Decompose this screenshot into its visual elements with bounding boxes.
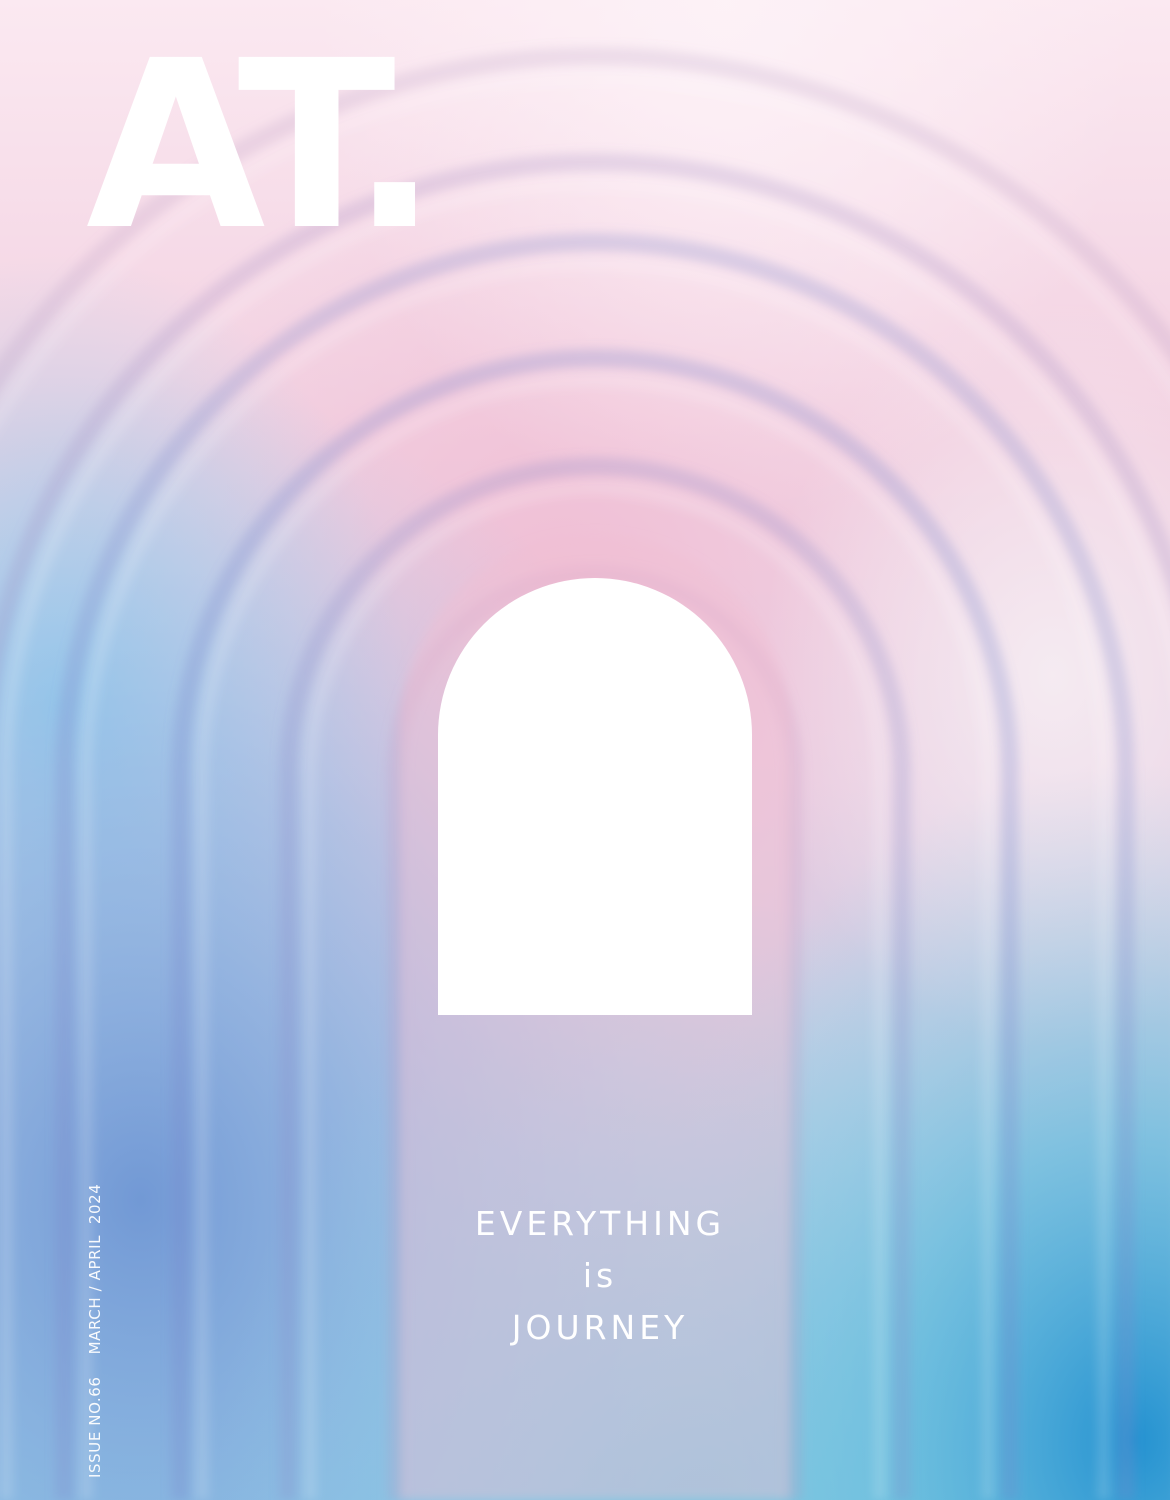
- headline-line-3: JOURNEY: [511, 1308, 689, 1347]
- cover-headline: EVERYTHING is JOURNEY: [440, 1198, 760, 1354]
- arched-window: [438, 578, 752, 1015]
- headline-line-1: EVERYTHING: [474, 1204, 726, 1243]
- masthead-logo: AT.: [86, 11, 439, 281]
- headline-line-2: is: [582, 1256, 618, 1295]
- issue-number: ISSUE NO.66: [86, 1376, 104, 1478]
- issue-info: ISSUE NO.66 MARCH / APRIL 2024: [80, 1184, 110, 1478]
- magazine-cover: AT. EVERYTHING is JOURNEY ISSUE NO.66 MAR…: [0, 0, 1170, 1500]
- issue-date: MARCH / APRIL 2024: [86, 1183, 104, 1355]
